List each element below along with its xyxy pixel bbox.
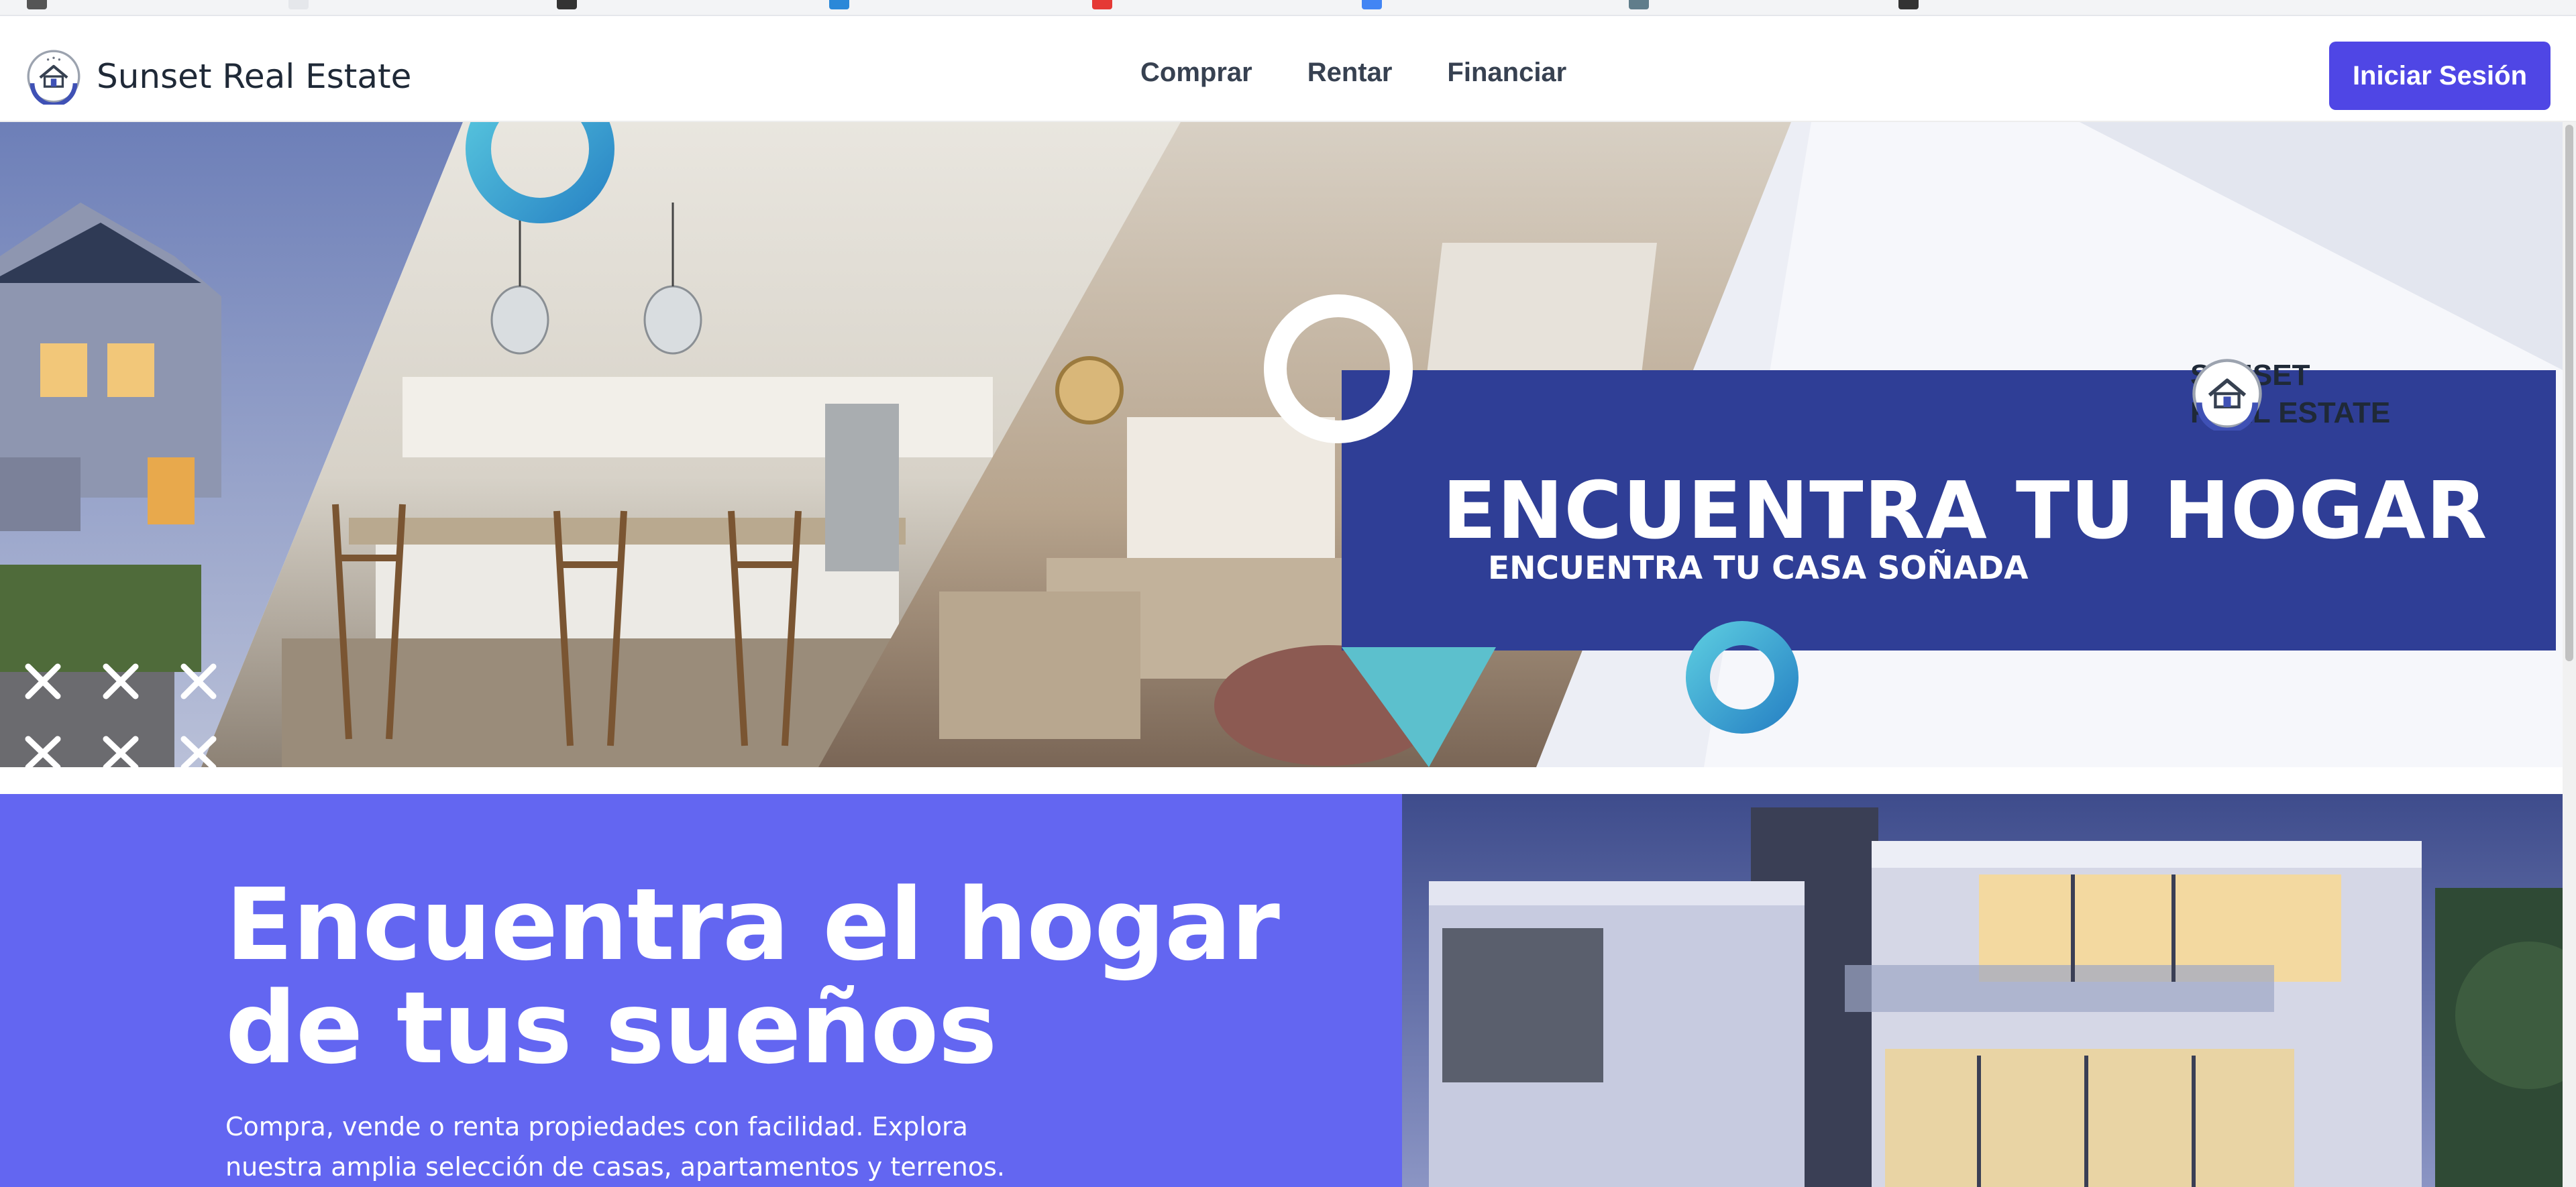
promo-title: Encuentra el hogar de tus sueños	[225, 867, 1280, 1086]
bookmark-favicon[interactable]	[829, 0, 849, 9]
promo-section: Encuentra el hogar de tus sueños Compra,…	[0, 794, 1402, 1187]
scrollbar-thumb[interactable]	[2565, 125, 2573, 661]
browser-bookmarks-strip	[0, 0, 2576, 16]
page-scrollbar[interactable]	[2563, 122, 2576, 1187]
brand-name: Sunset Real Estate	[97, 57, 412, 96]
bookmark-favicon[interactable]	[1362, 0, 1382, 9]
bookmark-favicon[interactable]	[557, 0, 577, 9]
modern-house-illustration	[1402, 794, 2576, 1187]
bookmark-favicon[interactable]	[1898, 0, 1919, 9]
house-circle-icon	[27, 50, 80, 105]
promo-description: Compra, vende o renta propiedades con fa…	[225, 1112, 1005, 1182]
hero-banner: SUNSET REAL ESTATE ENCUENTRA TU HOGAR EN…	[0, 122, 2576, 767]
bookmark-favicon[interactable]	[1629, 0, 1649, 9]
nav-link-rentar[interactable]: Rentar	[1307, 58, 1393, 88]
bookmark-favicon[interactable]	[27, 0, 47, 9]
site-header: Sunset Real Estate Comprar Rentar Financ…	[0, 16, 2576, 122]
banner-subtitle: ENCUENTRA TU CASA SOÑADA	[1488, 550, 2029, 587]
brand-home-link[interactable]: Sunset Real Estate	[25, 48, 411, 105]
nav-link-comprar[interactable]: Comprar	[1140, 58, 1252, 88]
bookmark-favicon[interactable]	[288, 0, 309, 9]
banner-title-box: ENCUENTRA TU HOGAR ENCUENTRA TU CASA SOÑ…	[1342, 370, 2556, 651]
nav-link-financiar[interactable]: Financiar	[1447, 58, 1566, 88]
modern-house-photo	[1402, 794, 2576, 1187]
main-nav: Comprar Rentar Financiar	[1140, 58, 1566, 88]
bookmark-favicon[interactable]	[1092, 0, 1112, 9]
banner-title: ENCUENTRA TU HOGAR	[1442, 464, 2488, 557]
login-button[interactable]: Iniciar Sesión	[2329, 42, 2551, 110]
